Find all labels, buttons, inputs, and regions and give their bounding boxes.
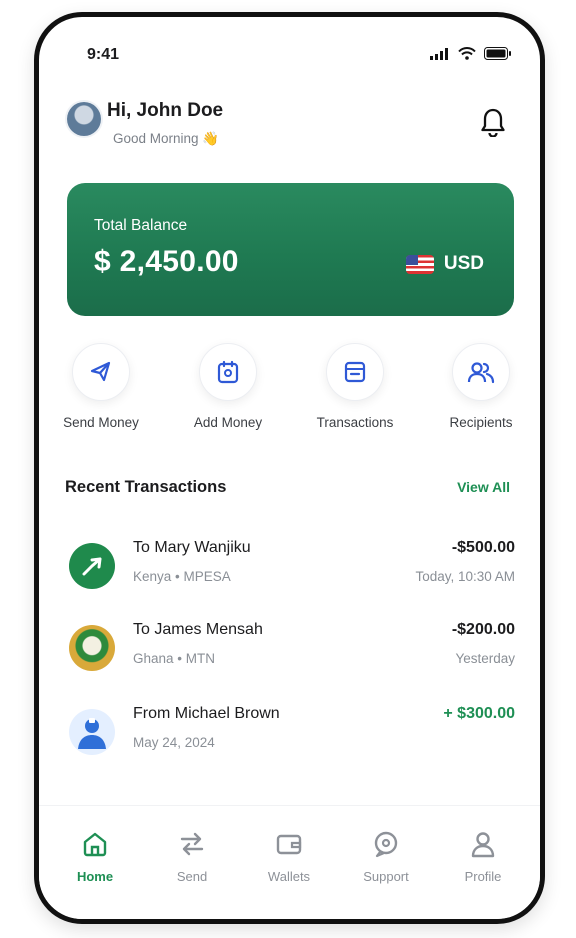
currency-selector[interactable]: USD bbox=[405, 253, 484, 275]
recipients-circle bbox=[452, 343, 510, 401]
avatar[interactable] bbox=[67, 102, 101, 136]
transaction-meta: May 24, 2024 bbox=[133, 735, 215, 750]
balance-card[interactable]: Total Balance $ 2,450.00 USD bbox=[67, 183, 514, 316]
status-bar: 9:41 bbox=[39, 17, 540, 77]
wallet-icon bbox=[276, 834, 302, 855]
transactions-label: Transactions bbox=[316, 415, 394, 430]
nav-support-label: Support bbox=[363, 869, 409, 884]
swap-arrows-icon bbox=[180, 832, 204, 856]
transactions-action[interactable]: Transactions bbox=[307, 343, 403, 430]
battery-icon bbox=[484, 47, 511, 60]
support-chat-icon bbox=[374, 831, 398, 858]
transaction-meta: Kenya • MPESA bbox=[133, 569, 231, 584]
bottom-nav: Home Send Wallets Support Profile bbox=[39, 805, 540, 919]
recipients-label: Recipients bbox=[449, 415, 513, 430]
transaction-time: Yesterday bbox=[455, 651, 515, 666]
transactions-icon bbox=[344, 361, 366, 383]
nav-wallets[interactable]: Wallets bbox=[249, 830, 329, 884]
mpesa-logo-icon bbox=[69, 543, 115, 589]
add-money-icon bbox=[217, 360, 239, 384]
nav-send[interactable]: Send bbox=[152, 830, 232, 884]
nav-wallets-label: Wallets bbox=[267, 869, 311, 884]
transaction-name: From Michael Brown bbox=[133, 705, 280, 722]
transaction-time: Today, 10:30 AM bbox=[415, 569, 515, 584]
status-time: 9:41 bbox=[87, 46, 120, 63]
profile-icon bbox=[471, 832, 495, 858]
status-icons bbox=[430, 47, 512, 60]
greeting-title: Hi, John Doe bbox=[107, 100, 224, 121]
send-money-label: Send Money bbox=[63, 415, 139, 430]
send-money-circle bbox=[72, 343, 130, 401]
bell-icon[interactable] bbox=[480, 107, 506, 137]
transaction-name: To Mary Wanjiku bbox=[133, 539, 251, 556]
view-all-link[interactable]: View All bbox=[457, 479, 510, 495]
us-flag-icon bbox=[405, 254, 434, 274]
greeting-subtitle: Good Morning 👋 bbox=[113, 131, 220, 146]
nav-home[interactable]: Home bbox=[55, 830, 135, 884]
transaction-amount: -$200.00 bbox=[451, 621, 515, 638]
recipients-action[interactable]: Recipients bbox=[433, 343, 529, 430]
nav-support[interactable]: Support bbox=[346, 830, 426, 884]
nav-profile-label: Profile bbox=[464, 869, 502, 884]
balance-amount: $ 2,450.00 bbox=[94, 245, 239, 278]
balance-label: Total Balance bbox=[94, 217, 188, 234]
currency-code: USD bbox=[443, 253, 484, 274]
transaction-row[interactable]: From Michael Brown May 24, 2024 + $300.0… bbox=[65, 705, 515, 761]
transaction-row[interactable]: To Mary Wanjiku Kenya • MPESA -$500.00 T… bbox=[65, 539, 515, 595]
wifi-icon bbox=[458, 47, 476, 60]
send-money-action[interactable]: Send Money bbox=[53, 343, 149, 430]
nav-profile[interactable]: Profile bbox=[443, 830, 523, 884]
add-money-action[interactable]: Add Money bbox=[180, 343, 276, 430]
phone-frame: 9:41 Hi, John Doe Good Morning 👋 Total B… bbox=[34, 12, 545, 924]
transaction-amount: -$500.00 bbox=[451, 539, 515, 556]
transaction-row[interactable]: To James Mensah Ghana • MTN -$200.00 Yes… bbox=[65, 621, 515, 677]
transactions-circle bbox=[326, 343, 384, 401]
recipients-icon bbox=[467, 362, 495, 384]
home-icon bbox=[83, 832, 107, 857]
add-money-circle bbox=[199, 343, 257, 401]
add-money-label: Add Money bbox=[193, 415, 263, 430]
transaction-name: To James Mensah bbox=[133, 621, 263, 638]
send-money-icon bbox=[90, 361, 111, 382]
signal-icon bbox=[430, 47, 448, 60]
transaction-amount: + $300.00 bbox=[443, 705, 515, 722]
nav-send-label: Send bbox=[176, 869, 208, 884]
nav-home-label: Home bbox=[76, 869, 114, 884]
mtn-avatar-icon bbox=[69, 625, 115, 671]
sender-avatar-icon bbox=[69, 709, 115, 755]
recent-transactions-title: Recent Transactions bbox=[65, 478, 227, 496]
transaction-meta: Ghana • MTN bbox=[133, 651, 216, 666]
